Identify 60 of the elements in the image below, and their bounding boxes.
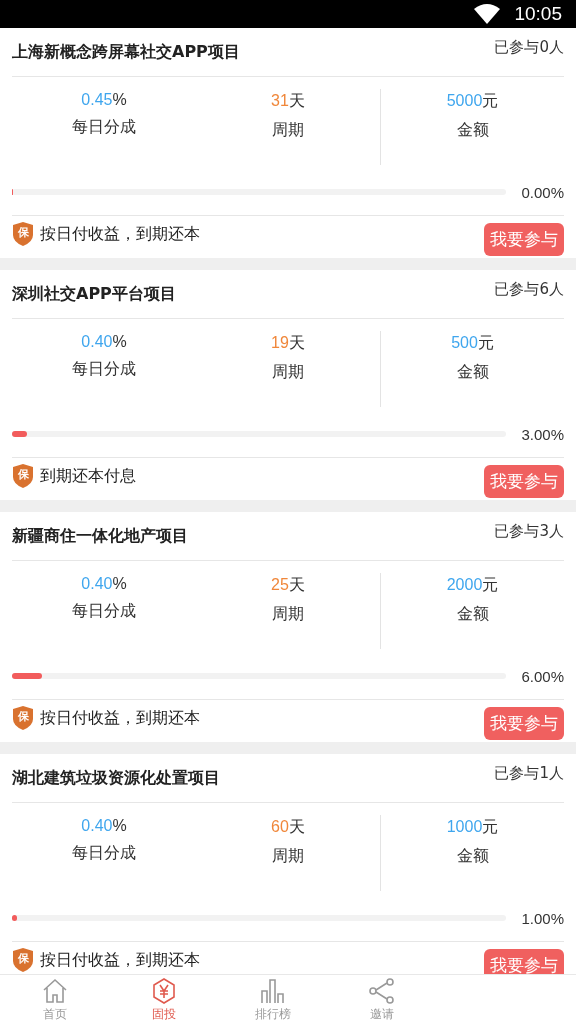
- project-card[interactable]: 上海新概念跨屏幕社交APP项目 已参与0人 0.45% 每日分成 31天 周期 5000元 金额 0.00% 保 按日付收益，到期还本 我要参与: [0, 28, 576, 258]
- nav-tab[interactable]: 排行榜: [218, 975, 327, 1024]
- project-title: 湖北建筑垃圾资源化处置项目: [12, 767, 220, 789]
- period-label: 周期: [272, 604, 304, 625]
- daily-rate-label: 每日分成: [72, 117, 136, 138]
- amount-label: 金额: [456, 120, 489, 141]
- period-label: 周期: [272, 846, 304, 867]
- daily-rate-value: 0.40%: [81, 817, 127, 835]
- join-button[interactable]: 我要参与: [484, 706, 564, 740]
- clock-time: 10:05: [514, 3, 562, 25]
- amount-value: 2000元: [446, 575, 499, 595]
- project-card[interactable]: 湖北建筑垃圾资源化处置项目 已参与1人 0.40% 每日分成 60天 周期 1000元 金额 1.00% 保 按日付收益，到期还本 我要参与: [0, 754, 576, 974]
- guarantee-badge: 保: [12, 464, 34, 488]
- nav-tab[interactable]: 固投: [109, 975, 218, 1024]
- amount-label: 金额: [456, 604, 489, 625]
- progress-percent: 1.00%: [520, 909, 564, 927]
- participant-count: 已参与0人: [494, 38, 564, 57]
- project-title: 上海新概念跨屏幕社交APP项目: [12, 41, 240, 63]
- daily-rate-value: 0.40%: [81, 575, 127, 593]
- daily-rate-value: 0.40%: [81, 333, 127, 351]
- period-value: 25天: [271, 575, 305, 595]
- project-card[interactable]: 深圳社交APP平台项目 已参与6人 0.40% 每日分成 19天 周期 500元 金额 3.00% 保 到期还本付息 我要参与: [0, 270, 576, 500]
- amount-value: 1000元: [446, 817, 499, 837]
- participant-count: 已参与3人: [494, 522, 564, 541]
- guarantee-badge: 保: [12, 222, 34, 246]
- period-value: 31天: [271, 91, 305, 111]
- participant-count: 已参与1人: [494, 764, 564, 783]
- period-value: 19天: [271, 333, 305, 353]
- repayment-terms: 按日付收益，到期还本: [40, 707, 200, 729]
- daily-rate-label: 每日分成: [72, 359, 136, 380]
- join-button[interactable]: 我要参与: [484, 464, 564, 498]
- daily-rate-value: 0.45%: [81, 91, 127, 109]
- progress-percent: 6.00%: [520, 667, 564, 685]
- participant-count: 已参与6人: [494, 280, 564, 299]
- project-title: 新疆商住一体化地产项目: [12, 525, 188, 547]
- bar-chart-icon: [258, 976, 287, 1005]
- period-label: 周期: [272, 120, 304, 141]
- amount-value: 500元: [451, 333, 494, 353]
- period-label: 周期: [272, 362, 304, 383]
- share-icon: [367, 976, 396, 1005]
- daily-rate-label: 每日分成: [72, 843, 136, 864]
- wifi-icon: [474, 4, 501, 24]
- repayment-terms: 按日付收益，到期还本: [40, 949, 200, 971]
- join-button[interactable]: 我要参与: [484, 222, 564, 256]
- guarantee-badge: 保: [12, 706, 34, 730]
- nav-tab[interactable]: 邀请: [327, 975, 436, 1024]
- period-value: 60天: [271, 817, 305, 837]
- project-card[interactable]: 新疆商住一体化地产项目 已参与3人 0.40% 每日分成 25天 周期 2000元 金额 6.00% 保 按日付收益，到期还本 我要参与: [0, 512, 576, 742]
- project-title: 深圳社交APP平台项目: [12, 283, 176, 305]
- progress-percent: 0.00%: [520, 183, 564, 201]
- amount-value: 5000元: [446, 91, 499, 111]
- guarantee-badge: 保: [12, 948, 34, 972]
- amount-label: 金额: [456, 846, 489, 867]
- progress-percent: 3.00%: [520, 425, 564, 443]
- amount-label: 金额: [456, 362, 489, 383]
- join-button[interactable]: 我要参与: [484, 948, 564, 974]
- repayment-terms: 到期还本付息: [40, 465, 136, 487]
- daily-rate-label: 每日分成: [72, 601, 136, 622]
- repayment-terms: 按日付收益，到期还本: [40, 223, 200, 245]
- nav-tab[interactable]: 首页: [0, 975, 109, 1024]
